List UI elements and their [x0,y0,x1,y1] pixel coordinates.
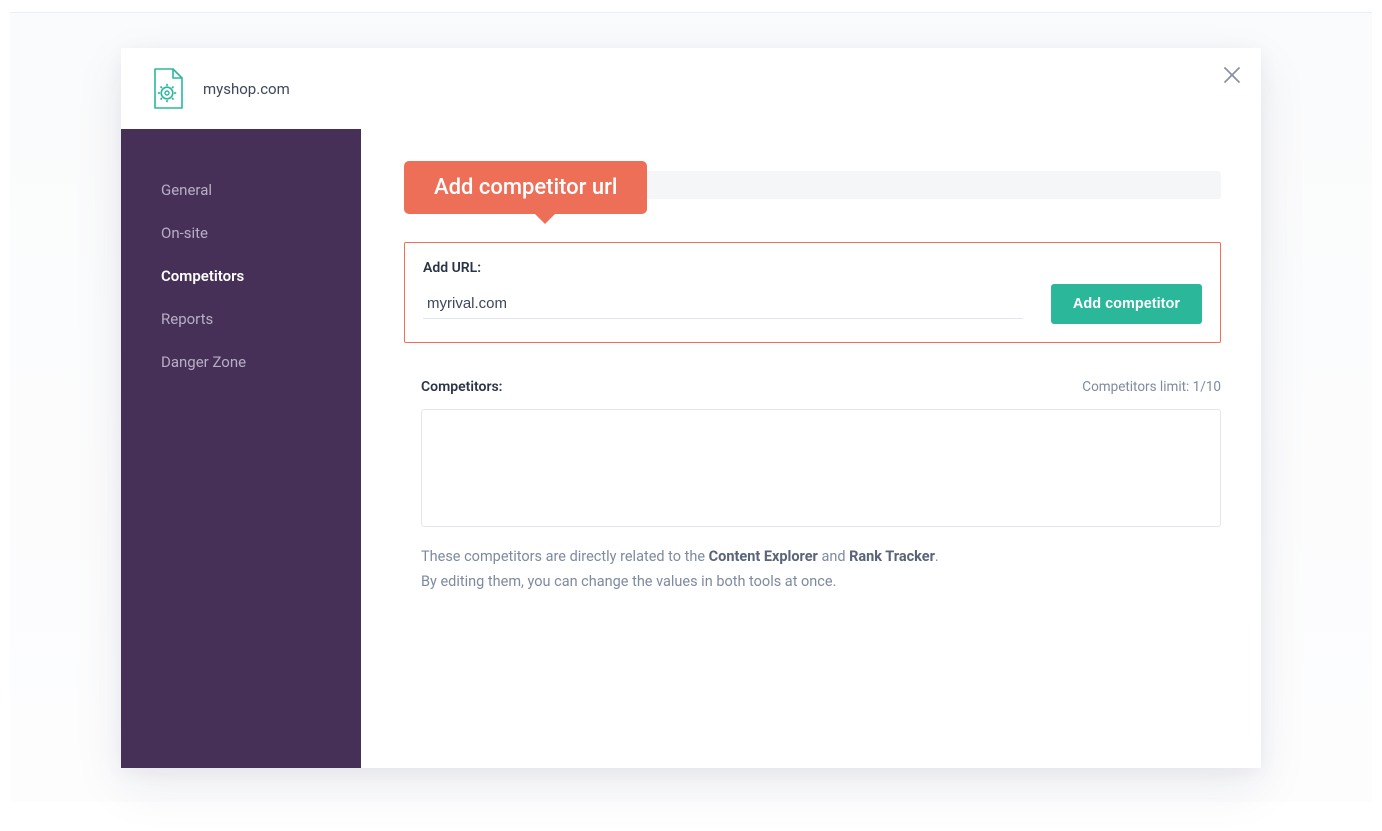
note-bold-rank-tracker: Rank Tracker [849,548,935,565]
sidebar-item-reports[interactable]: Reports [121,302,361,336]
shop-name: myshop.com [203,80,290,98]
tooltip-text: Add competitor url [434,175,617,200]
note-line-2: By editing them, you can change the valu… [421,570,1221,595]
settings-modal: myshop.com General On-site Competitors R… [121,48,1261,768]
note-line-1: These competitors are directly related t… [421,545,1221,570]
note-text: These competitors are directly related t… [421,548,709,565]
sidebar-item-label: Competitors [161,267,244,285]
gear-file-icon [151,68,183,109]
add-url-row: Add competitor [423,284,1202,324]
add-url-box: Add URL: Add competitor [404,242,1221,343]
note-bold-content-explorer: Content Explorer [709,548,818,565]
competitors-section: Competitors: Competitors limit: 1/10 The… [421,379,1221,594]
add-competitor-button[interactable]: Add competitor [1051,284,1202,324]
sidebar-item-label: General [161,181,212,199]
sidebar-item-competitors[interactable]: Competitors [121,259,361,293]
competitors-header: Competitors: Competitors limit: 1/10 [421,379,1221,395]
close-icon [1223,66,1241,84]
competitors-list-box [421,409,1221,527]
competitors-limit: Competitors limit: 1/10 [1082,379,1221,395]
sidebar-item-danger-zone[interactable]: Danger Zone [121,345,361,379]
close-button[interactable] [1221,64,1243,86]
sidebar-item-label: Reports [161,310,213,328]
competitor-url-input[interactable] [423,289,1023,319]
sidebar-item-label: On-site [161,224,208,242]
settings-sidebar: General On-site Competitors Reports Dang… [121,129,361,768]
add-url-label: Add URL: [423,260,1202,276]
modal-header: myshop.com [121,48,1261,129]
sidebar-item-on-site[interactable]: On-site [121,216,361,250]
sidebar-item-label: Danger Zone [161,353,246,371]
content-area: Add competitor url Add URL: Add competit… [361,129,1261,768]
note-text: . [935,548,939,565]
note-text: and [818,548,849,565]
modal-body: General On-site Competitors Reports Dang… [121,129,1261,768]
competitors-note: These competitors are directly related t… [421,545,1221,594]
competitors-label: Competitors: [421,379,503,395]
tooltip-add-competitor: Add competitor url [404,161,647,214]
sidebar-item-general[interactable]: General [121,173,361,207]
